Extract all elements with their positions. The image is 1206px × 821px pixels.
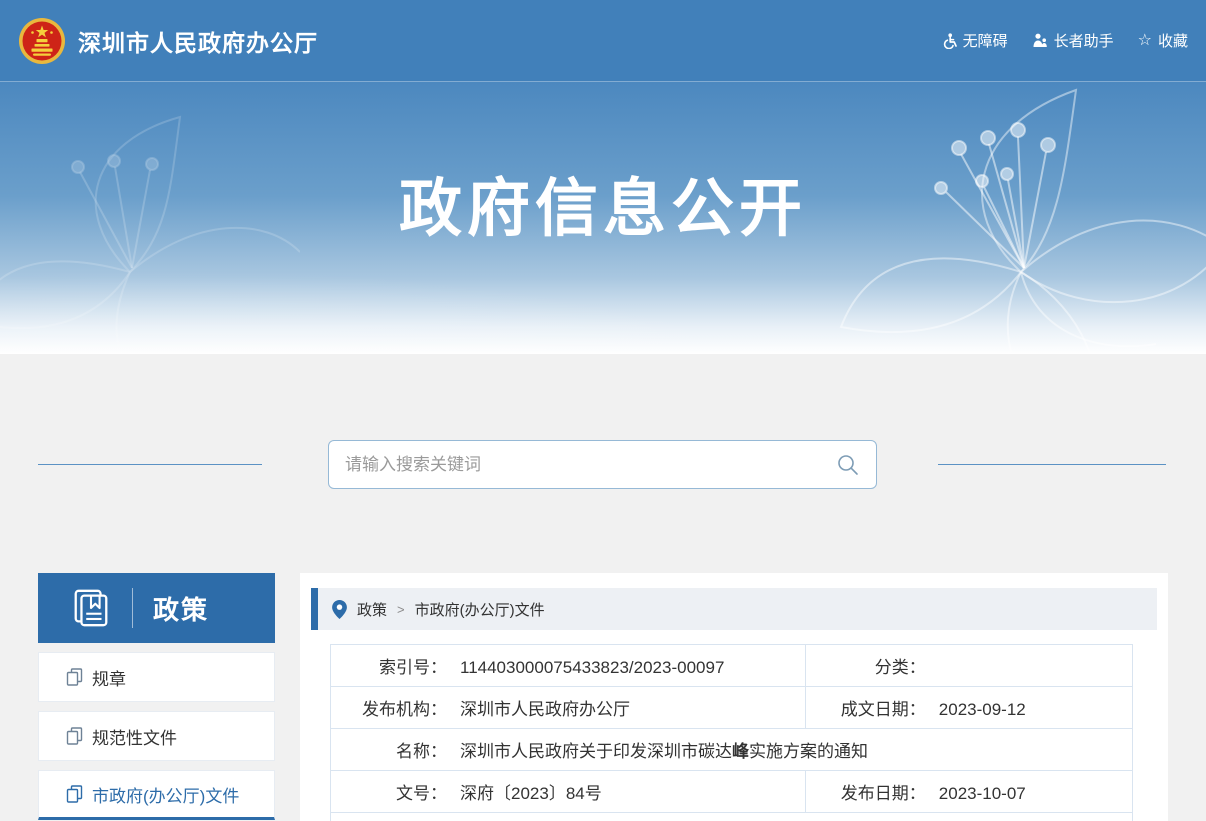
sidebar-item-label: 规范性文件 (92, 724, 177, 749)
header-utility-links: 无障碍 长者助手 ☆ 收藏 (941, 30, 1188, 51)
content-area: 政策 规章 (0, 354, 1206, 821)
agency-label: 发布机构： (331, 695, 447, 720)
search-icon (836, 453, 860, 477)
decor-line-left (38, 464, 262, 465)
agency-cell: 发布机构： 深圳市人民政府办公厅 (331, 687, 806, 729)
pub-date-cell: 发布日期： 2023-10-07 (805, 771, 1132, 813)
accessibility-link[interactable]: 无障碍 (941, 30, 1008, 51)
favorite-label: 收藏 (1158, 30, 1188, 51)
sidebar-item-label: 规章 (92, 665, 126, 690)
page-root: 深圳市人民政府办公厅 无障碍 长者助手 (0, 0, 1206, 821)
breadcrumb-item-policy[interactable]: 政策 (357, 599, 387, 620)
content-columns: 政策 规章 (38, 573, 1168, 821)
elder-assistant-label: 长者助手 (1054, 30, 1114, 51)
sidebar-header-divider (132, 588, 133, 628)
search-input[interactable] (329, 455, 828, 475)
name-cell: 名称： 深圳市人民政府关于印发深圳市碳达峰实施方案的通知 (331, 729, 1133, 771)
document-icon (66, 785, 83, 803)
doc-no-cell: 文号： 深府〔2023〕84号 (331, 771, 806, 813)
breadcrumb: 政策 > 市政府(办公厅)文件 (311, 588, 1157, 630)
index-label: 索引号： (331, 653, 447, 678)
page-title: 政府信息公开 (0, 82, 1206, 249)
sidebar: 政策 规章 (38, 573, 275, 821)
search-box (328, 440, 877, 489)
breadcrumb-item-current: 市政府(办公厅)文件 (415, 599, 545, 620)
sidebar-title: 政策 (153, 590, 209, 627)
sidebar-item-guifanxingwenjian[interactable]: 规范性文件 (38, 711, 275, 761)
sidebar-item-guizhang[interactable]: 规章 (38, 652, 275, 702)
banner: 政府信息公开 (0, 82, 1206, 354)
site-header: 深圳市人民政府办公厅 无障碍 长者助手 (0, 0, 1206, 82)
elder-assistant-icon (1032, 33, 1048, 49)
sidebar-item-label: 市政府(办公厅)文件 (92, 782, 239, 807)
search-button[interactable] (828, 453, 876, 477)
table-row-index-category: 索引号： 114403000075433823/2023-00097 分类： (331, 645, 1133, 687)
book-icon (70, 587, 112, 629)
sidebar-header: 政策 (38, 573, 275, 643)
site-title: 深圳市人民政府办公厅 (78, 24, 318, 58)
date-written-label: 成文日期： (806, 695, 926, 720)
date-written-value: 2023-09-12 (939, 700, 1026, 719)
accessibility-label: 无障碍 (963, 30, 1008, 51)
pub-date-label: 发布日期： (806, 779, 926, 804)
decor-line-right (938, 464, 1166, 465)
highlighted-keyword: 峰 (732, 742, 749, 761)
table-row-docno-pubdate: 文号： 深府〔2023〕84号 发布日期： 2023-10-07 (331, 771, 1133, 813)
map-pin-icon (332, 600, 347, 619)
favorite-link[interactable]: ☆ 收藏 (1138, 30, 1188, 51)
name-label: 名称： (331, 737, 447, 762)
date-written-cell: 成文日期： 2023-09-12 (805, 687, 1132, 729)
elder-assistant-link[interactable]: 长者助手 (1032, 30, 1114, 51)
agency-value: 深圳市人民政府办公厅 (460, 700, 630, 719)
document-icon (66, 668, 83, 686)
doc-no-value: 深府〔2023〕84号 (460, 784, 602, 803)
index-cell: 索引号： 114403000075433823/2023-00097 (331, 645, 806, 687)
category-label: 分类： (806, 653, 926, 678)
star-icon: ☆ (1138, 33, 1152, 49)
name-value: 深圳市人民政府关于印发深圳市碳达峰实施方案的通知 (460, 742, 868, 761)
national-emblem-icon (18, 17, 66, 65)
accessibility-icon (941, 33, 957, 49)
pub-date-value: 2023-10-07 (939, 784, 1026, 803)
document-info-table: 索引号： 114403000075433823/2023-00097 分类： 发布… (330, 644, 1133, 821)
partial-cell (331, 813, 1133, 821)
site-brand: 深圳市人民政府办公厅 (18, 17, 318, 65)
breadcrumb-separator: > (397, 602, 405, 617)
category-cell: 分类： (805, 645, 1132, 687)
main-panel: 政策 > 市政府(办公厅)文件 索引号： 114403000075433823/2… (300, 573, 1168, 821)
sidebar-item-shizhengfu-wenjian[interactable]: 市政府(办公厅)文件 (38, 770, 275, 820)
table-row-partial (331, 813, 1133, 821)
table-row-agency-date: 发布机构： 深圳市人民政府办公厅 成文日期： 2023-09-12 (331, 687, 1133, 729)
doc-no-label: 文号： (331, 779, 447, 804)
index-value: 114403000075433823/2023-00097 (460, 658, 724, 677)
table-row-name: 名称： 深圳市人民政府关于印发深圳市碳达峰实施方案的通知 (331, 729, 1133, 771)
document-icon (66, 727, 83, 745)
